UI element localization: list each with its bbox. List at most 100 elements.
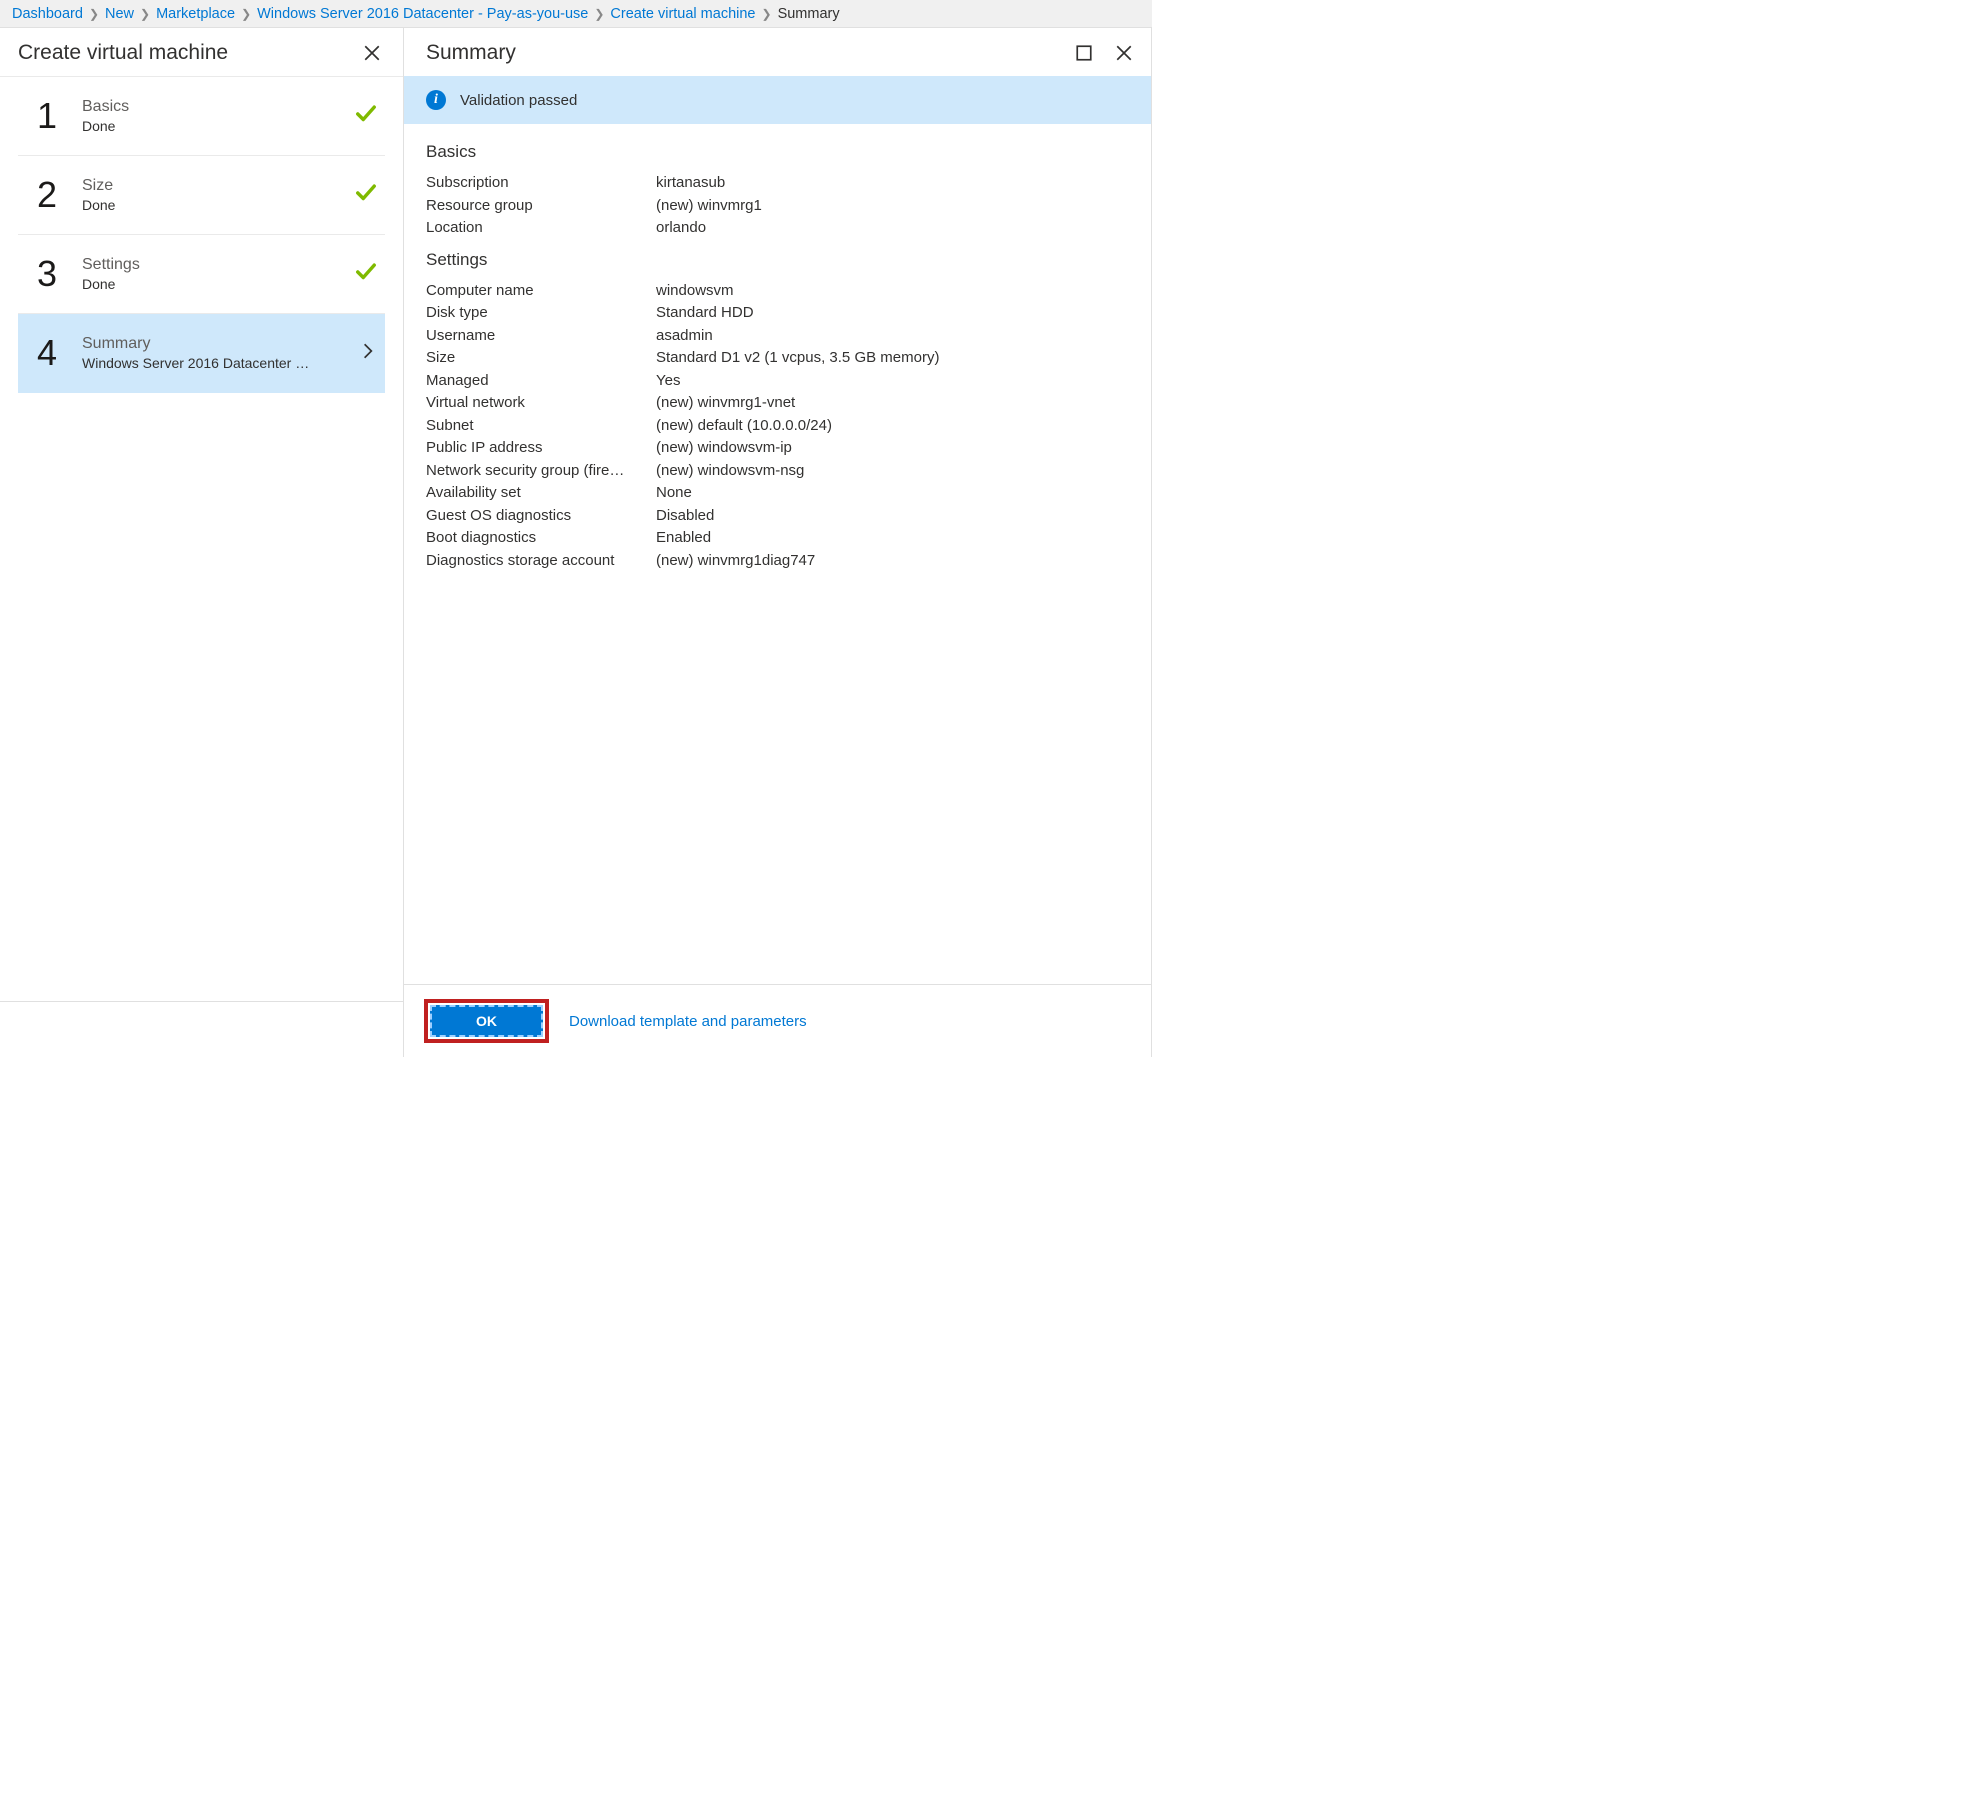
summary-row: Disk typeStandard HDD: [426, 302, 1129, 325]
chevron-right-icon: [359, 342, 377, 364]
summary-row: ManagedYes: [426, 370, 1129, 393]
summary-key: Guest OS diagnostics: [426, 505, 656, 528]
chevron-right-icon: ❯: [241, 7, 251, 21]
close-icon: [1115, 44, 1133, 62]
download-template-link[interactable]: Download template and parameters: [569, 1013, 807, 1030]
ok-highlight: OK: [424, 999, 549, 1043]
summary-row: Subnet(new) default (10.0.0.0/24): [426, 415, 1129, 438]
summary-key: Network security group (fire…: [426, 460, 656, 483]
step-subtitle: Done: [82, 276, 333, 292]
summary-val: windowsvm: [656, 280, 734, 303]
summary-val: Yes: [656, 370, 680, 393]
chevron-right-icon: ❯: [89, 7, 99, 21]
step-title: Summary: [82, 335, 337, 353]
summary-key: Availability set: [426, 482, 656, 505]
close-blade-button[interactable]: [359, 40, 385, 66]
step-subtitle: Windows Server 2016 Datacenter …: [82, 355, 337, 371]
maximize-icon: [1075, 44, 1093, 62]
chevron-right-icon: ❯: [762, 7, 772, 21]
summary-val: Standard D1 v2 (1 vcpus, 3.5 GB memory): [656, 347, 939, 370]
summary-val: None: [656, 482, 692, 505]
summary-val: (new) winvmrg1diag747: [656, 550, 815, 573]
wizard-blade: Create virtual machine 1 Basics Done 2: [0, 28, 404, 1057]
breadcrumb-current: Summary: [778, 6, 840, 22]
wizard-step-basics[interactable]: 1 Basics Done: [18, 77, 385, 156]
summary-val: Enabled: [656, 527, 711, 550]
checkmark-icon: [355, 103, 377, 129]
step-number: 2: [34, 174, 60, 216]
step-number: 4: [34, 332, 60, 374]
step-title: Size: [82, 177, 333, 195]
summary-key: Subscription: [426, 172, 656, 195]
summary-key: Subnet: [426, 415, 656, 438]
breadcrumb-link-new[interactable]: New: [105, 6, 134, 22]
summary-val: (new) windowsvm-ip: [656, 437, 792, 460]
summary-val: kirtanasub: [656, 172, 725, 195]
summary-val: (new) winvmrg1-vnet: [656, 392, 795, 415]
wizard-steps: 1 Basics Done 2 Size Done: [0, 76, 403, 393]
ok-button[interactable]: OK: [430, 1005, 543, 1037]
info-icon: i: [426, 90, 446, 110]
summary-blade: Summary i Validation passed Basics Subsc…: [404, 28, 1152, 1057]
step-subtitle: Done: [82, 118, 333, 134]
summary-val: Disabled: [656, 505, 714, 528]
step-title: Basics: [82, 98, 333, 116]
summary-row: Virtual network(new) winvmrg1-vnet: [426, 392, 1129, 415]
checkmark-icon: [355, 182, 377, 208]
summary-key: Boot diagnostics: [426, 527, 656, 550]
summary-row: Network security group (fire…(new) windo…: [426, 460, 1129, 483]
close-icon: [363, 44, 381, 62]
wizard-step-summary[interactable]: 4 Summary Windows Server 2016 Datacenter…: [18, 314, 385, 393]
summary-key: Computer name: [426, 280, 656, 303]
summary-val: orlando: [656, 217, 706, 240]
maximize-button[interactable]: [1071, 40, 1097, 66]
summary-val: (new) default (10.0.0.0/24): [656, 415, 832, 438]
summary-row: Diagnostics storage account(new) winvmrg…: [426, 550, 1129, 573]
step-title: Settings: [82, 256, 333, 274]
breadcrumb-link-offer[interactable]: Windows Server 2016 Datacenter - Pay-as-…: [257, 6, 588, 22]
wizard-step-settings[interactable]: 3 Settings Done: [18, 235, 385, 314]
chevron-right-icon: ❯: [140, 7, 150, 21]
summary-val: Standard HDD: [656, 302, 754, 325]
summary-row: Resource group (new) winvmrg1: [426, 195, 1129, 218]
step-subtitle: Done: [82, 197, 333, 213]
wizard-step-size[interactable]: 2 Size Done: [18, 156, 385, 235]
summary-val: asadmin: [656, 325, 713, 348]
section-title-settings: Settings: [426, 250, 1129, 270]
summary-key: Managed: [426, 370, 656, 393]
summary-val: (new) windowsvm-nsg: [656, 460, 804, 483]
summary-row: SizeStandard D1 v2 (1 vcpus, 3.5 GB memo…: [426, 347, 1129, 370]
close-blade-button[interactable]: [1111, 40, 1137, 66]
summary-key: Virtual network: [426, 392, 656, 415]
summary-key: Public IP address: [426, 437, 656, 460]
summary-row: Subscription kirtanasub: [426, 172, 1129, 195]
validation-message: Validation passed: [460, 92, 577, 109]
checkmark-icon: [355, 261, 377, 287]
chevron-right-icon: ❯: [594, 7, 604, 21]
summary-row: Boot diagnosticsEnabled: [426, 527, 1129, 550]
wizard-footer: [0, 1001, 403, 1057]
summary-key: Size: [426, 347, 656, 370]
summary-row: Computer namewindowsvm: [426, 280, 1129, 303]
summary-key: Diagnostics storage account: [426, 550, 656, 573]
summary-content: Basics Subscription kirtanasub Resource …: [404, 124, 1151, 984]
section-title-basics: Basics: [426, 142, 1129, 162]
breadcrumb-link-dashboard[interactable]: Dashboard: [12, 6, 83, 22]
breadcrumb: Dashboard ❯ New ❯ Marketplace ❯ Windows …: [0, 0, 1152, 28]
summary-title: Summary: [426, 41, 516, 65]
breadcrumb-link-marketplace[interactable]: Marketplace: [156, 6, 235, 22]
summary-key: Location: [426, 217, 656, 240]
summary-key: Disk type: [426, 302, 656, 325]
wizard-title: Create virtual machine: [18, 41, 228, 65]
summary-key: Resource group: [426, 195, 656, 218]
summary-row: Usernameasadmin: [426, 325, 1129, 348]
summary-row: Public IP address(new) windowsvm-ip: [426, 437, 1129, 460]
breadcrumb-link-create-vm[interactable]: Create virtual machine: [610, 6, 755, 22]
summary-footer: OK Download template and parameters: [404, 984, 1151, 1057]
validation-banner: i Validation passed: [404, 76, 1151, 124]
summary-row: Guest OS diagnosticsDisabled: [426, 505, 1129, 528]
summary-row: Location orlando: [426, 217, 1129, 240]
summary-key: Username: [426, 325, 656, 348]
step-number: 1: [34, 95, 60, 137]
summary-row: Availability setNone: [426, 482, 1129, 505]
